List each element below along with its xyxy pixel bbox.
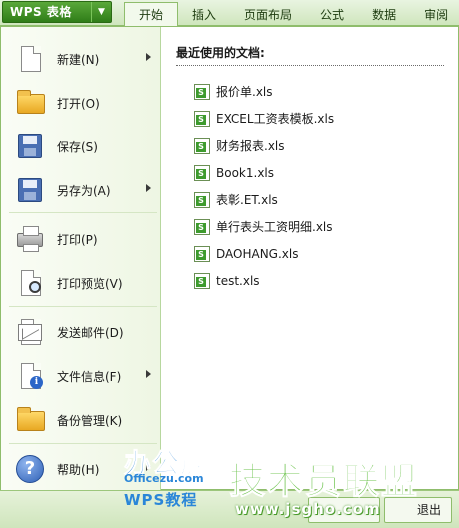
recent-file[interactable]: DAOHANG.xls <box>194 240 334 267</box>
recent-file[interactable]: test.xls <box>194 267 334 294</box>
tab-home[interactable]: 开始 <box>124 2 179 26</box>
officezu-watermark-domain: Officezu.com <box>124 472 204 485</box>
menu-item-save[interactable]: 保存(S) <box>1 126 161 166</box>
recent-file[interactable]: 财务报表.xls <box>194 132 334 159</box>
tab-insert[interactable]: 插入 <box>178 0 230 26</box>
menu-item-label: 发送邮件(D) <box>57 325 124 340</box>
chevron-down-icon: ▼ <box>91 2 111 22</box>
menu-item-file-info[interactable]: i 文件信息(F) <box>1 356 161 396</box>
spreadsheet-file-icon <box>194 272 210 289</box>
tab-data[interactable]: 数据 <box>358 0 410 26</box>
menu-divider <box>9 212 157 213</box>
recent-file-name: DAOHANG.xls <box>216 246 299 261</box>
save-as-icon <box>15 175 45 205</box>
menu-item-label: 备份管理(K) <box>57 413 123 428</box>
spreadsheet-file-icon <box>194 245 210 262</box>
officezu-watermark-subtitle: WPS教程 <box>124 491 198 509</box>
menu-item-backup[interactable]: 备份管理(K) <box>1 400 161 440</box>
app-name: WPS 表格 <box>10 5 72 19</box>
spreadsheet-file-icon <box>194 83 210 100</box>
tab-page-layout[interactable]: 页面布局 <box>230 0 306 26</box>
recent-file-name: Book1.xls <box>216 165 275 180</box>
recent-documents-list: 报价单.xls EXCEL工资表模板.xls 财务报表.xls Book1.xl… <box>194 78 334 294</box>
jsgho-watermark: 技术员联盟 <box>228 461 420 503</box>
file-menu-list: 新建(N) 打开(O) 保存(S) 另存为(A) 打印(P) 打印预览(V) 发… <box>1 27 161 490</box>
help-icon: ? <box>15 454 45 484</box>
tab-formulas[interactable]: 公式 <box>306 0 358 26</box>
menu-item-label: 打开(O) <box>57 96 100 111</box>
recent-file-name: EXCEL工资表模板.xls <box>216 112 335 126</box>
submenu-arrow-icon <box>146 184 151 192</box>
recent-file[interactable]: 报价单.xls <box>194 78 334 105</box>
menu-item-label: 打印预览(V) <box>57 276 123 291</box>
recent-file-name: 单行表头工资明细.xls <box>216 220 333 234</box>
menu-item-print[interactable]: 打印(P) <box>1 219 161 259</box>
menu-divider <box>9 306 157 307</box>
spreadsheet-file-icon <box>194 110 210 127</box>
recent-file[interactable]: 表彰.ET.xls <box>194 186 334 213</box>
spreadsheet-file-icon <box>194 164 210 181</box>
recent-documents-title: 最近使用的文档: <box>176 46 265 60</box>
menu-item-label: 新建(N) <box>57 52 100 67</box>
menu-item-label: 保存(S) <box>57 139 98 154</box>
recent-file-name: 财务报表.xls <box>216 139 285 153</box>
recent-file[interactable]: 单行表头工资明细.xls <box>194 213 334 240</box>
submenu-arrow-icon <box>146 53 151 61</box>
recent-file[interactable]: Book1.xls <box>194 159 334 186</box>
backup-folder-icon <box>15 405 45 435</box>
menu-item-save-as[interactable]: 另存为(A) <box>1 170 161 210</box>
app-menu-button[interactable]: WPS 表格 ▼ <box>2 1 112 23</box>
new-document-icon <box>15 44 45 74</box>
open-folder-icon <box>15 88 45 118</box>
menu-item-send-email[interactable]: 发送邮件(D) <box>1 312 161 352</box>
recent-file[interactable]: EXCEL工资表模板.xls <box>194 105 334 132</box>
ribbon-tabs: 开始 插入 页面布局 公式 数据 审阅 <box>124 0 459 26</box>
recent-file-name: 表彰.ET.xls <box>216 193 278 207</box>
spreadsheet-file-icon <box>194 218 210 235</box>
menu-item-open[interactable]: 打开(O) <box>1 83 161 123</box>
menu-item-new[interactable]: 新建(N) <box>1 39 161 79</box>
menu-item-label: 另存为(A) <box>57 183 111 198</box>
menu-item-print-preview[interactable]: 打印预览(V) <box>1 263 161 303</box>
menu-item-label: 文件信息(F) <box>57 369 122 384</box>
save-disk-icon <box>15 131 45 161</box>
recent-file-name: 报价单.xls <box>216 85 273 99</box>
tab-review[interactable]: 审阅 <box>410 0 459 26</box>
menu-item-label: 帮助(H) <box>57 462 100 477</box>
recent-file-name: test.xls <box>216 273 260 288</box>
file-info-icon: i <box>15 361 45 391</box>
email-icon <box>15 317 45 347</box>
spreadsheet-file-icon <box>194 191 210 208</box>
recent-divider <box>176 65 444 66</box>
ribbon-tab-bar: WPS 表格 ▼ 开始 插入 页面布局 公式 数据 审阅 <box>0 0 459 26</box>
submenu-arrow-icon <box>146 370 151 378</box>
print-preview-icon <box>15 268 45 298</box>
jsgho-watermark-url: www.jsgho.com <box>235 500 381 518</box>
spreadsheet-file-icon <box>194 137 210 154</box>
printer-icon <box>15 224 45 254</box>
menu-item-label: 打印(P) <box>57 232 98 247</box>
